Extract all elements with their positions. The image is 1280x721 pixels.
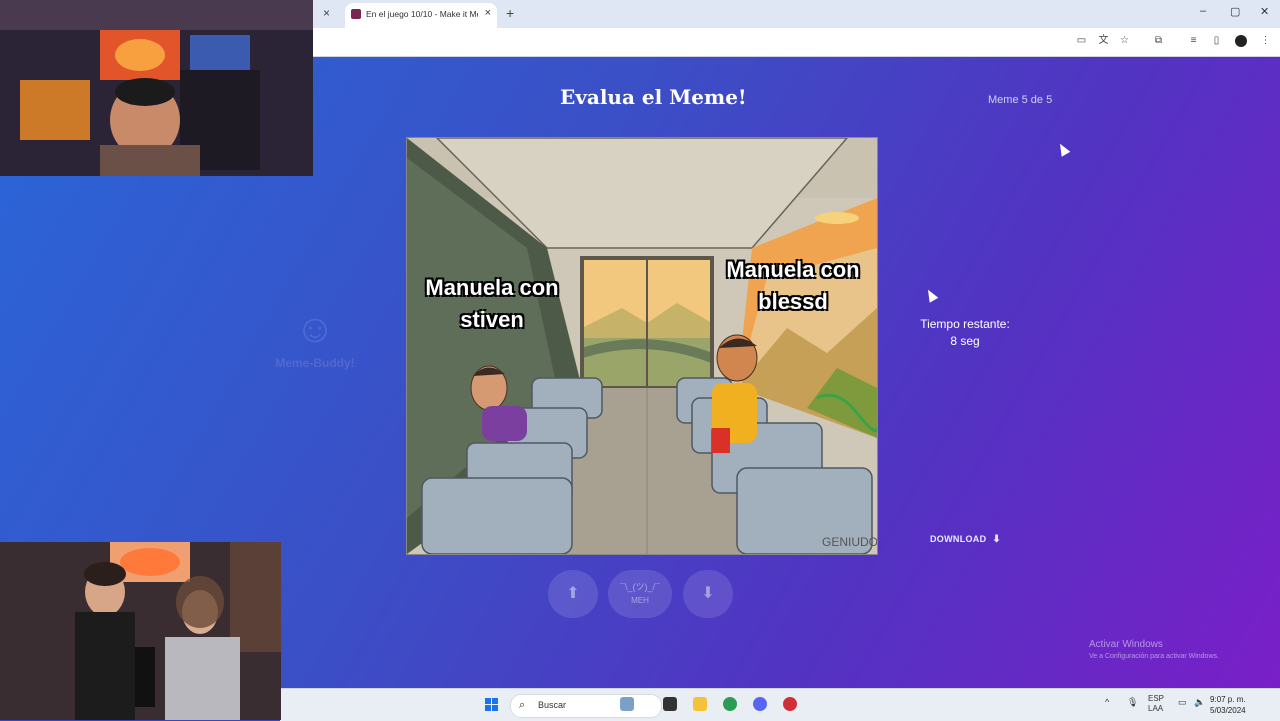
volume-icon[interactable]: 🔈	[1194, 697, 1205, 708]
language-indicator[interactable]: ESP LAA	[1148, 694, 1164, 714]
downvote-button[interactable]: ⬇	[683, 570, 733, 618]
media-icon[interactable]: ≡	[1188, 35, 1199, 46]
widget-icon[interactable]	[620, 697, 634, 711]
discord-icon[interactable]	[753, 697, 767, 711]
search-label: Buscar	[538, 700, 567, 710]
timer-value: 8 seg	[950, 334, 980, 348]
cursor-icon	[923, 287, 939, 303]
time-remaining: Tiempo restante: 8 seg	[900, 316, 1030, 350]
taskbar-search[interactable]: ⌕ Buscar	[510, 694, 662, 718]
clock-date: 5/03/2024	[1210, 706, 1246, 715]
lang-layout: LAA	[1148, 704, 1164, 713]
task-view-icon[interactable]	[663, 697, 677, 711]
tab-close-icon[interactable]: ×	[485, 7, 491, 19]
tray-chevron-icon[interactable]: ^	[1105, 697, 1109, 707]
webcam-overlay-bottom	[0, 542, 281, 720]
extensions-icon[interactable]: ⧉	[1153, 35, 1164, 46]
watermark-text: Meme-Buddy!	[275, 356, 355, 370]
network-icon[interactable]: ▭	[1178, 697, 1187, 708]
page-title: Evalua el Meme!	[560, 85, 747, 109]
meme-caption-left: Manuela con stiven	[425, 275, 559, 332]
windows-start-icon[interactable]	[485, 698, 499, 712]
window-close-button[interactable]: ✕	[1260, 5, 1269, 18]
new-tab-button[interactable]: +	[506, 5, 514, 21]
download-icon: ⬇	[992, 534, 1002, 545]
timer-label: Tiempo restante:	[920, 317, 1010, 331]
meme-image: GENIUDO Manuela con stiven Manuela con b…	[406, 137, 878, 555]
favicon-icon	[351, 9, 361, 19]
webcam-overlay-top	[0, 0, 313, 176]
system-clock[interactable]: 9:07 p. m. 5/03/2024	[1210, 694, 1246, 716]
cursor-icon	[1055, 141, 1071, 157]
meme-caption-right: Manuela con blessd	[726, 257, 860, 314]
bookmark-star-icon[interactable]: ☆	[1119, 35, 1130, 46]
meme-illustration: GENIUDO	[407, 138, 877, 554]
cast-icon[interactable]: ▭	[1076, 35, 1087, 46]
tab-title: En el juego 10/10 - Make it Me	[366, 9, 478, 19]
translate-icon[interactable]: 文	[1098, 35, 1109, 46]
activate-windows-watermark: Activar Windows Ve a Configuración para …	[1089, 639, 1219, 660]
shrug-icon: ¯\_(ツ)_/¯	[620, 582, 660, 592]
meh-button[interactable]: ¯\_(ツ)_/¯ MEH	[608, 570, 672, 618]
arrow-down-icon: ⬇	[701, 585, 715, 602]
download-button[interactable]: DOWNLOAD ⬇	[930, 534, 1001, 545]
lang-code: ESP	[1148, 694, 1165, 703]
meme-signature: GENIUDO	[822, 535, 877, 549]
microphone-icon[interactable]: 🎙	[1127, 697, 1138, 708]
browser-toolbar: ▭ 文 ☆ ⧉ ≡ ▯ ⋮	[313, 28, 1280, 57]
app-icon[interactable]	[783, 697, 797, 711]
meme-buddy-watermark: ☺ Meme-Buddy!	[270, 307, 360, 370]
windows-taskbar: ⌕ Buscar ^ 🎙 ESP LAA ▭ 🔈 9:07 p. m. 5/03…	[280, 688, 1280, 721]
search-icon: ⌕	[519, 699, 526, 711]
close-icon[interactable]: ×	[323, 6, 330, 20]
minimize-button[interactable]: –	[1200, 5, 1206, 17]
download-label: DOWNLOAD	[930, 534, 987, 544]
chrome-icon[interactable]	[723, 697, 737, 711]
arrow-up-icon: ⬆	[566, 585, 580, 602]
profile-avatar[interactable]	[1235, 35, 1247, 47]
activate-subtitle: Ve a Configuración para activar Windows.	[1089, 653, 1219, 660]
meme-counter: Meme 5 de 5	[988, 94, 1053, 106]
browser-tab-active[interactable]: En el juego 10/10 - Make it Me ×	[345, 3, 497, 28]
upvote-button[interactable]: ⬆	[548, 570, 598, 618]
file-explorer-icon[interactable]	[693, 697, 707, 711]
sidepanel-icon[interactable]: ▯	[1211, 35, 1222, 46]
activate-title: Activar Windows	[1089, 639, 1163, 650]
menu-icon[interactable]: ⋮	[1260, 35, 1271, 46]
smiley-icon: ☺	[294, 307, 336, 351]
meh-label: MEH	[631, 596, 649, 605]
clock-time: 9:07 p. m.	[1210, 695, 1246, 704]
maximize-button[interactable]: ▢	[1230, 5, 1240, 18]
tab-bar: × En el juego 10/10 - Make it Me × + – ▢…	[313, 0, 1280, 28]
